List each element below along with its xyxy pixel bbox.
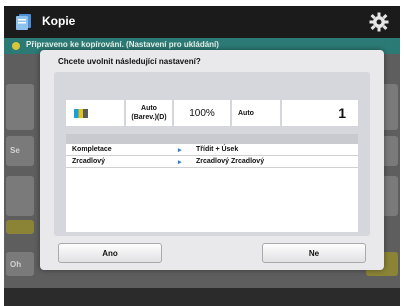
background-label: Oh: [10, 260, 22, 269]
bottom-strip: [4, 288, 400, 306]
color-mode-icon: [74, 108, 88, 118]
background-tile: [6, 84, 34, 130]
gear-icon[interactable]: [368, 11, 390, 33]
list-item: Kompletace ▸ Třídit + Úsek: [66, 144, 358, 156]
zoom-cell: 100%: [174, 100, 230, 126]
copies-cell: 1: [282, 100, 358, 126]
status-icon: [12, 42, 20, 50]
dialog-title: Chcete uvolnit následující nastavení?: [58, 57, 201, 66]
option-name: Zrcadlový: [72, 158, 106, 165]
option-value: Třídit + Úsek: [196, 146, 239, 153]
yes-button[interactable]: Ano: [58, 243, 162, 263]
background-tile: [6, 176, 34, 216]
list-item: Zrcadlový ▸ Zrcadlový Zrcadlový: [66, 156, 358, 168]
background-label: Se: [10, 146, 20, 155]
option-value: Zrcadlový Zrcadlový: [196, 158, 265, 165]
copy-app: Kopie Připraveno ke kopírování. (Nastave…: [4, 0, 400, 306]
no-button[interactable]: Ne: [262, 243, 366, 263]
copies-count: 1: [338, 105, 346, 121]
copy-app-icon: [16, 14, 31, 30]
zoom-label: 100%: [189, 107, 215, 119]
top-bar: Kopie: [4, 6, 400, 38]
option-name: Kompletace: [72, 146, 112, 153]
density-cell: Auto: [232, 100, 280, 126]
background-tile: [6, 220, 34, 234]
paper-cell: Auto (Barev.)(D): [126, 100, 172, 126]
list-header-divider: [66, 134, 358, 144]
clear-settings-dialog: Chcete uvolnit následující nastavení? Au…: [40, 50, 384, 270]
changed-options-list: Kompletace ▸ Třídit + Úsek Zrcadlový ▸ Z…: [66, 144, 358, 232]
app-title: Kopie: [42, 14, 76, 28]
arrow-right-icon: ▸: [178, 147, 182, 154]
settings-summary-row: Auto (Barev.)(D) 100% Auto 1: [66, 100, 358, 126]
density-label: Auto: [238, 109, 254, 117]
arrow-right-icon: ▸: [178, 159, 182, 166]
paper-label: Auto (Barev.)(D): [131, 105, 167, 121]
color-mode-cell: [66, 100, 124, 126]
status-text: Připraveno ke kopírování. (Nastavení pro…: [26, 40, 219, 49]
dialog-panel: Auto (Barev.)(D) 100% Auto 1 Kompletace …: [54, 72, 370, 236]
